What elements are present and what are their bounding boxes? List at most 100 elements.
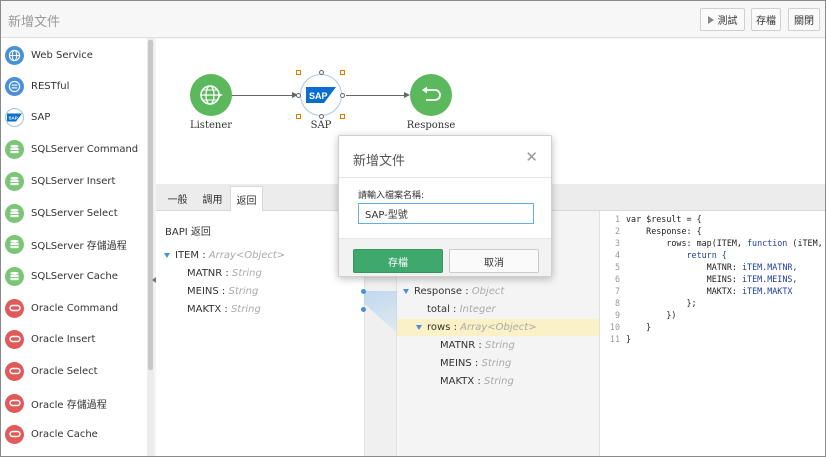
tree-leaf[interactable]: MATNR : String [440,340,515,351]
code-keyword: function [747,238,788,248]
tree-leaf[interactable]: MATNR : String [187,268,262,279]
line-number: 9 [614,310,620,320]
close-button[interactable]: 關閉 [788,8,820,31]
resize-handle[interactable] [340,70,345,75]
tree-leaf[interactable]: MAKTX : String [187,304,261,315]
oracle-icon [5,361,24,381]
sidebar-scrollbar[interactable] [147,38,154,456]
sidebar-item-oracle-insert[interactable]: Oracle Insert [1,324,147,354]
code-line: 2 Response: { [600,226,702,238]
sidebar-item-sqlserver-command[interactable]: SQLServer Command [1,134,147,164]
resize-handle[interactable] [296,70,301,75]
sidebar-item-label: RESTful [31,80,70,92]
sidebar-item-label: Oracle Cache [31,428,98,440]
tree-leaf[interactable]: MEINS : String [187,286,258,297]
sidebar-item-oracle-command[interactable]: Oracle Command [1,293,147,323]
sidebar-item-oracle-cache[interactable]: Oracle Cache [1,419,147,449]
sap-logo-icon: SAP [5,107,24,127]
caret-down-icon [164,252,170,258]
code-editor[interactable]: 1 var $result = { 2 Response: { 3 rows: m… [599,211,825,456]
tree-node-item[interactable]: ITEM : Array<Object> [164,250,285,261]
code-line: 5 MATNR: iTEM.MATNR, [600,262,798,274]
dialog-save-button[interactable]: 存檔 [353,249,443,273]
resize-handle[interactable] [296,114,301,119]
flow-node-label: SAP [310,120,332,131]
tree-leaf[interactable]: MEINS : String [440,358,511,369]
sidebar-item-sqlserver-insert[interactable]: SQLServer Insert [1,166,147,196]
test-button[interactable]: 測試 [700,8,745,31]
code-line: 7 MAKTX: iTEM.MAKTX [600,286,792,298]
sidebar-item-label: Oracle 存儲過程 [31,399,107,411]
tab-label: 返回 [236,195,257,207]
tab-return[interactable]: 返回 [230,186,263,211]
sidebar-item-oracle-procedure[interactable]: Oracle 存儲過程 [1,388,147,418]
database-icon [5,171,24,191]
filename-input[interactable] [358,203,534,224]
line-number: 11 [609,334,620,344]
globe-icon [200,85,223,105]
return-arrow-icon [422,86,441,101]
field-name: MATNR [440,340,476,351]
sidebar-item-label: Web Service [31,49,93,61]
sidebar-item-web-service[interactable]: Web Service [1,40,147,70]
code-line: 1 var $result = { [600,214,702,226]
code-text: MAKTX: [626,286,742,296]
field-name: Response [414,286,463,297]
svg-text:SAP: SAP [309,91,328,101]
caret-down-icon [416,324,422,330]
tree-node-rows[interactable]: rows : Array<Object> [416,322,537,333]
tree-node-response[interactable]: Response : Object [403,286,504,297]
sidebar-item-sqlserver-procedure[interactable]: SQLServer 存儲過程 [1,229,147,259]
panel-title: BAPI 返回 [165,227,211,238]
sidebar-item-restful[interactable]: RESTful [1,71,147,101]
dialog-cancel-button[interactable]: 取消 [449,249,539,273]
code-text: } [626,322,652,332]
sidebar-item-oracle-select[interactable]: Oracle Select [1,356,147,386]
connection-port[interactable] [340,93,345,98]
tab-general[interactable]: 一般 [161,186,194,211]
field-name: MEINS [187,286,219,297]
tree-leaf[interactable]: total : Integer [427,304,496,315]
code-text: } [626,334,632,344]
field-name: total [427,304,450,315]
sidebar-item-sap[interactable]: SAP SAP [1,102,147,132]
resize-handle[interactable] [340,114,345,119]
code-line: 9 }) [600,310,676,322]
oracle-icon [5,424,24,444]
scrollbar-thumb[interactable] [148,40,153,370]
flow-node-listener[interactable] [190,74,232,116]
code-text: }) [626,310,677,320]
code-line: 4 return { [600,250,727,262]
flow-connector [232,95,294,96]
connection-port[interactable] [319,70,324,75]
code-line: 8 }; [600,298,697,310]
flow-node-response[interactable] [410,74,452,116]
database-icon [5,266,24,286]
field-type: String [230,304,261,315]
sidebar-item-sqlserver-cache[interactable]: SQLServer Cache [1,261,147,291]
code-text: (iTEM, [787,238,823,248]
svg-text:SAP: SAP [9,115,18,120]
line-number: 10 [609,322,620,332]
close-icon[interactable]: ✕ [525,148,538,166]
field-type: String [483,376,514,387]
save-button[interactable]: 存檔 [751,8,781,31]
mapping-port[interactable] [361,289,366,294]
code-field: iTEM.MAKTX [741,286,793,296]
sidebar-item-sqlserver-select[interactable]: SQLServer Select [1,198,147,228]
tree-leaf[interactable]: MAKTX : String [440,376,514,387]
connection-port[interactable] [319,114,324,119]
mapping-port[interactable] [361,307,366,312]
tab-invoke[interactable]: 調用 [196,186,229,211]
sidebar-item-label: Oracle Select [31,365,98,377]
button-label: 取消 [484,257,504,269]
connection-port[interactable] [296,93,301,98]
app-window: 新增文件 測試 存檔 關閉 Web Service RESTful SAP SA… [0,0,826,457]
field-name: MAKTX [187,304,222,315]
line-number: 6 [614,274,620,284]
field-type: String [481,358,512,369]
globe-icon [5,45,24,65]
code-text: rows: map(ITEM, [626,238,748,248]
tab-label: 調用 [202,195,223,206]
flow-node-sap[interactable]: SAP [300,74,342,116]
